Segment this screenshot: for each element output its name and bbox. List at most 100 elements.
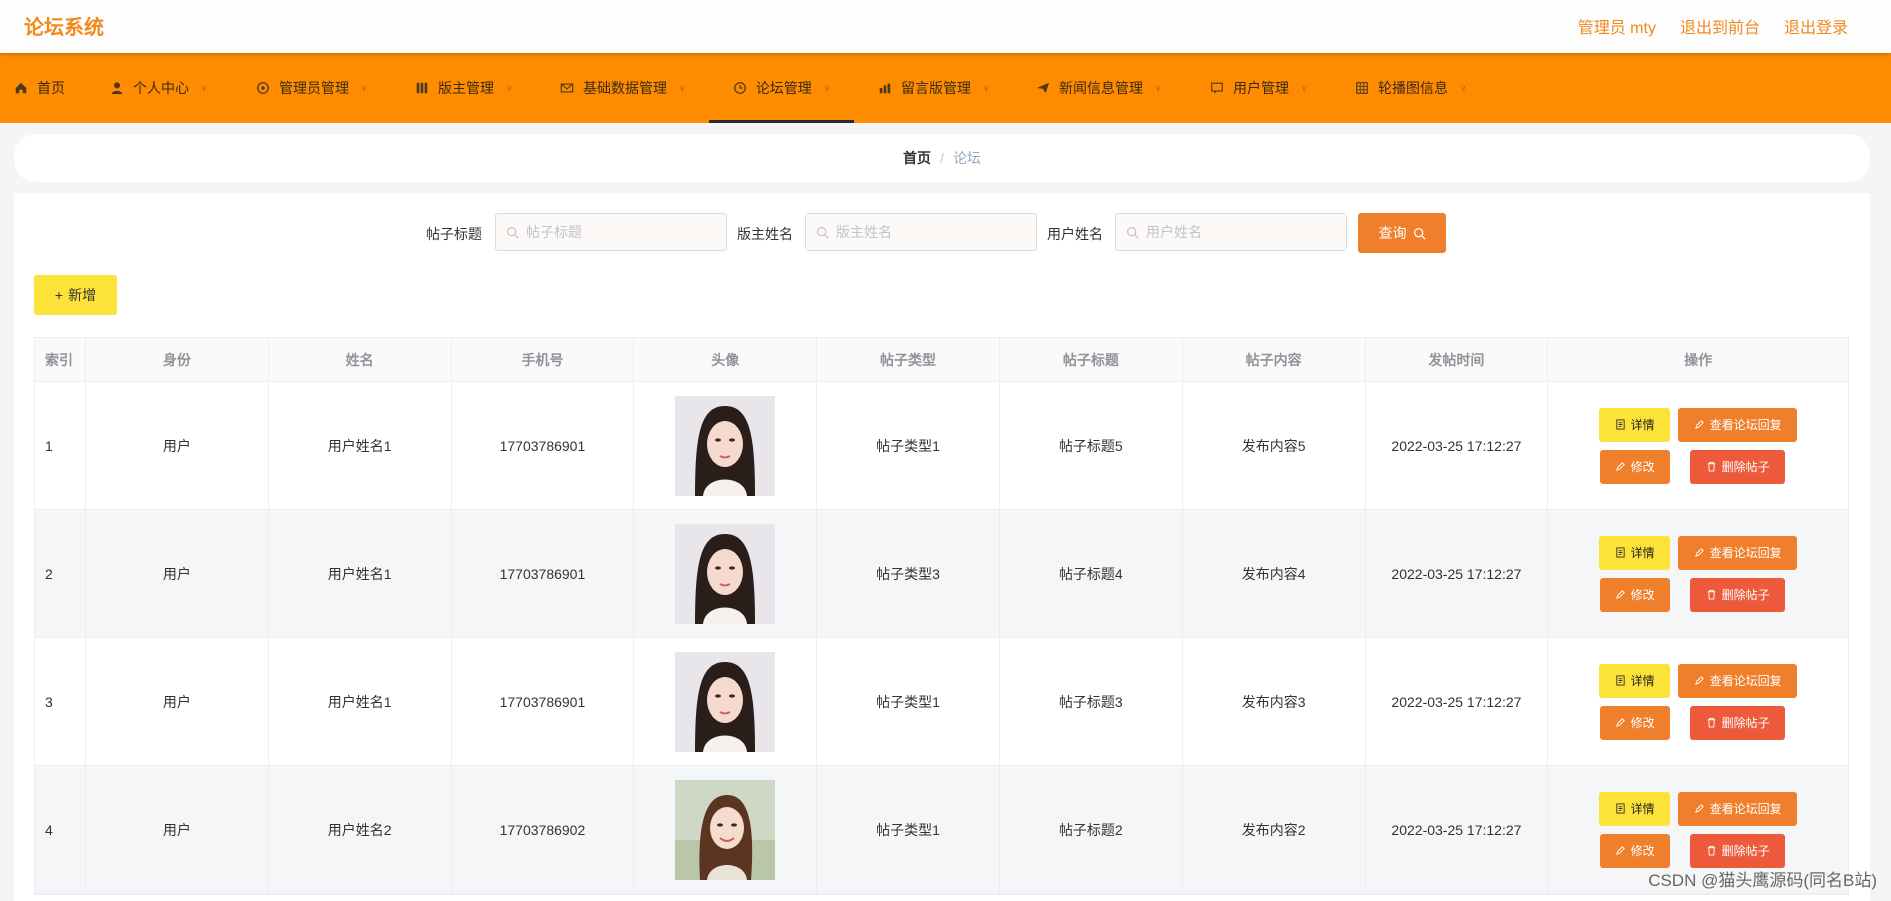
view-replies-label: 查看论坛回复 [1709, 802, 1782, 816]
edit-icon [1694, 548, 1704, 557]
cell-phone: 17703786901 [452, 382, 635, 509]
nav-item-user-management[interactable]: 用户管理 ∨ [1210, 53, 1308, 123]
nav-item-admin-management[interactable]: 管理员管理 ∨ [256, 53, 368, 123]
view-replies-button[interactable]: 查看论坛回复 [1678, 407, 1798, 442]
avatar-woman-1[interactable] [675, 395, 776, 496]
cell-post-time: 2022-03-25 17:12:27 [1366, 382, 1549, 509]
cell-post-type: 帖子类型1 [817, 382, 1000, 509]
action-buttons: 详情 查看论坛回复 修改 删除帖子 [1599, 407, 1798, 484]
add-button-label: 新增 [68, 287, 97, 303]
view-replies-button[interactable]: 查看论坛回复 [1678, 791, 1798, 826]
settings-icon [256, 81, 270, 95]
cell-post-time: 2022-03-25 17:12:27 [1366, 766, 1549, 893]
delete-button[interactable]: 删除帖子 [1690, 705, 1786, 740]
nav-item-personal-center[interactable]: 个人中心 ∨ [110, 53, 208, 123]
view-replies-button[interactable]: 查看论坛回复 [1678, 535, 1798, 570]
column-header-post-content: 帖子内容 [1183, 338, 1366, 381]
edit-button[interactable]: 修改 [1599, 705, 1670, 740]
edit-icon [1694, 420, 1704, 429]
nav-label: 版主管理 [438, 80, 494, 96]
nav-label: 新闻信息管理 [1059, 80, 1143, 96]
table-row: 1 用户 用户姓名1 17703786901 帖子类型1 帖子标题5 发布内容5… [35, 382, 1848, 510]
cell-name: 用户姓名1 [269, 510, 452, 637]
delete-label: 删除帖子 [1721, 844, 1770, 858]
view-replies-button[interactable]: 查看论坛回复 [1678, 663, 1798, 698]
cell-role: 用户 [86, 638, 269, 765]
nav-item-news-management[interactable]: 新闻信息管理 ∨ [1036, 53, 1162, 123]
delete-button[interactable]: 删除帖子 [1690, 449, 1786, 484]
cell-actions: 详情 查看论坛回复 修改 删除帖子 [1548, 638, 1848, 765]
column-header-avatar: 头像 [634, 338, 818, 381]
cell-post-title: 帖子标题3 [1000, 638, 1183, 765]
document-icon [1616, 419, 1625, 430]
cell-post-time: 2022-03-25 17:12:27 [1366, 638, 1549, 765]
search-icon [1413, 227, 1426, 240]
chevron-down-icon: ∨ [361, 82, 368, 93]
edit-button[interactable]: 修改 [1599, 449, 1670, 484]
detail-label: 详情 [1630, 418, 1655, 432]
logout-link[interactable]: 退出登录 [1784, 14, 1848, 38]
cell-name: 用户姓名1 [269, 638, 452, 765]
cell-index: 4 [35, 766, 86, 893]
send-icon [1036, 81, 1050, 95]
trash-icon [1707, 845, 1715, 856]
column-header-name: 姓名 [269, 338, 452, 381]
back-to-front-link[interactable]: 退出到前台 [1680, 14, 1760, 38]
mail-icon [560, 81, 574, 95]
cell-role: 用户 [86, 382, 269, 509]
chevron-down-icon: ∨ [1155, 82, 1162, 93]
cell-post-title: 帖子标题4 [1000, 510, 1183, 637]
table-icon [1355, 81, 1369, 95]
document-icon [1616, 547, 1625, 558]
delete-label: 删除帖子 [1721, 588, 1770, 602]
cell-avatar [634, 638, 818, 765]
detail-label: 详情 [1630, 674, 1655, 688]
delete-button[interactable]: 删除帖子 [1690, 577, 1786, 612]
delete-button[interactable]: 删除帖子 [1690, 833, 1786, 868]
detail-label: 详情 [1630, 802, 1655, 816]
avatar-woman-2[interactable] [675, 779, 776, 880]
chevron-down-icon: ∨ [1301, 82, 1308, 93]
delete-label: 删除帖子 [1721, 460, 1770, 474]
nav-item-message-board-management[interactable]: 留言版管理 ∨ [878, 53, 990, 123]
cell-post-content: 发布内容4 [1183, 510, 1366, 637]
nav-item-moderator-management[interactable]: 版主管理 ∨ [415, 53, 513, 123]
avatar-woman-1[interactable] [675, 651, 776, 752]
breadcrumb-current: 论坛 [952, 150, 981, 166]
nav-item-carousel-info[interactable]: 轮播图信息 ∨ [1355, 53, 1467, 123]
search-icon [1127, 226, 1139, 239]
action-buttons: 详情 查看论坛回复 修改 删除帖子 [1599, 535, 1798, 612]
edit-label: 修改 [1630, 716, 1655, 730]
moderator-name-input[interactable]: 版主姓名 [805, 213, 1037, 251]
detail-button[interactable]: 详情 [1599, 791, 1671, 826]
search-icon [507, 226, 519, 239]
add-button[interactable]: + 新增 [34, 275, 117, 315]
avatar-woman-1[interactable] [675, 523, 776, 624]
trash-icon [1707, 461, 1715, 472]
edit-button[interactable]: 修改 [1599, 577, 1670, 612]
delete-label: 删除帖子 [1721, 716, 1770, 730]
user-name-input[interactable]: 用户姓名 [1115, 213, 1347, 251]
cell-post-content: 发布内容5 [1183, 382, 1366, 509]
edit-button[interactable]: 修改 [1599, 833, 1670, 868]
breadcrumb: 首页 / 论坛 [14, 134, 1870, 182]
column-header-post-time: 发帖时间 [1366, 338, 1549, 381]
user-icon [110, 81, 124, 95]
post-title-input[interactable]: 帖子标题 [495, 213, 727, 251]
edit-icon [1615, 590, 1625, 599]
nav-item-home[interactable]: 首页 [14, 53, 65, 123]
nav-item-basic-data-management[interactable]: 基础数据管理 ∨ [560, 53, 686, 123]
action-buttons: 详情 查看论坛回复 修改 删除帖子 [1599, 791, 1798, 868]
query-button-label: 查询 [1378, 225, 1407, 241]
edit-label: 修改 [1630, 588, 1655, 602]
breadcrumb-home[interactable]: 首页 [903, 148, 931, 168]
detail-button[interactable]: 详情 [1599, 407, 1671, 442]
cell-post-title: 帖子标题2 [1000, 766, 1183, 893]
detail-button[interactable]: 详情 [1599, 535, 1671, 570]
column-header-index: 索引 [35, 338, 86, 381]
detail-button[interactable]: 详情 [1599, 663, 1671, 698]
column-header-actions: 操作 [1684, 351, 1713, 368]
admin-user-link[interactable]: 管理员 mty [1578, 14, 1656, 38]
query-button[interactable]: 查询 [1358, 213, 1446, 253]
nav-item-forum-management[interactable]: 论坛管理 ∨ [709, 53, 854, 123]
